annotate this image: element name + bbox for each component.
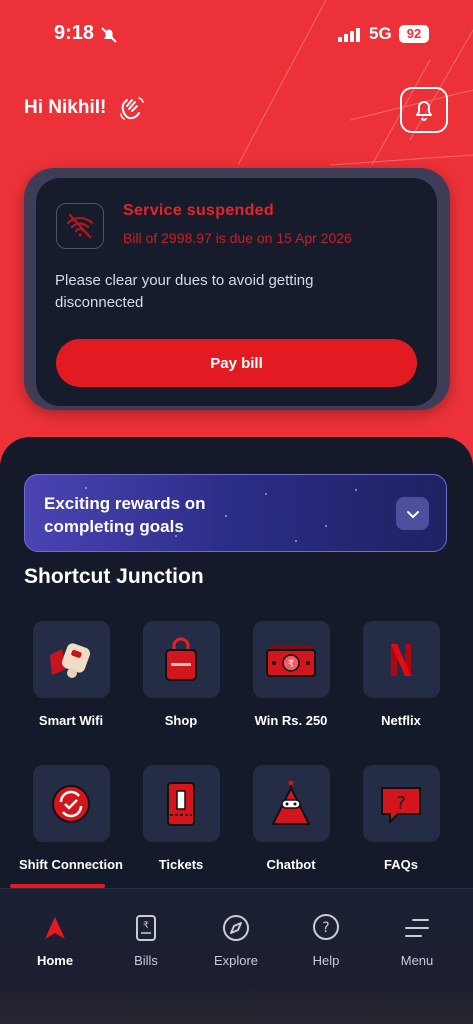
shortcut-label: Shop <box>164 713 198 728</box>
chevron-down-icon <box>406 510 419 518</box>
pay-bill-button[interactable]: Pay bill <box>56 339 417 387</box>
shortcut-faqs[interactable]: ? FAQs <box>346 765 456 872</box>
shortcut-shop[interactable]: Shop <box>126 621 236 728</box>
shortcut-label: Win Rs. 250 <box>254 713 328 728</box>
greeting-text: Hi Nikhil! <box>24 97 107 118</box>
chatbot-icon <box>271 780 311 825</box>
waving-hand-icon <box>120 97 144 120</box>
money-icon: ₹ <box>266 645 316 677</box>
wifi-off-icon-box <box>56 203 104 249</box>
shift-connection-icon <box>52 784 90 823</box>
faq-icon: ? <box>381 786 421 823</box>
shortcuts-title: Shortcut Junction <box>24 565 204 588</box>
nav-help[interactable]: ? Help <box>286 911 366 968</box>
svg-text:?: ? <box>322 920 329 936</box>
smart-wifi-icon <box>50 642 91 678</box>
notifications-button[interactable] <box>400 87 448 133</box>
rewards-expand-button[interactable] <box>396 497 429 530</box>
bill-due-text: Bill of 2998.97 is due on 15 Apr 2026 <box>123 230 352 246</box>
nav-label: Home <box>36 953 74 968</box>
bottom-navigation: Home ₹ Bills Explore ? Help Menu <box>0 888 473 1024</box>
shortcut-chatbot[interactable]: Chatbot <box>236 765 346 872</box>
alert-title: Service suspended <box>123 202 274 219</box>
svg-text:₹: ₹ <box>288 659 294 670</box>
rewards-text: Exciting rewards on completing goals <box>44 494 206 536</box>
nav-label: Bills <box>134 953 158 968</box>
rewards-banner[interactable]: Exciting rewards on completing goals <box>24 474 447 552</box>
shortcut-shift-connection[interactable]: Shift Connection <box>16 765 126 872</box>
service-alert-card: Service suspended Bill of 2998.97 is due… <box>36 178 437 406</box>
bell-icon <box>416 101 432 121</box>
nav-label: Help <box>312 953 340 968</box>
network-type: 5G <box>369 24 392 43</box>
tickets-icon <box>167 781 195 826</box>
shortcut-label: Tickets <box>158 857 204 872</box>
nav-explore[interactable]: Explore <box>196 911 276 968</box>
help-icon: ? <box>313 914 339 940</box>
shortcut-win[interactable]: ₹ Win Rs. 250 <box>236 621 346 728</box>
nav-menu[interactable]: Menu <box>377 911 457 968</box>
alert-message: Please clear your dues to avoid getting … <box>55 272 314 311</box>
battery-level: 92 <box>399 25 429 43</box>
shopping-bag-icon <box>165 637 197 681</box>
status-bar: 9:18 5G 92 <box>0 22 473 50</box>
nav-home[interactable]: Home <box>15 911 95 968</box>
wifi-off-icon <box>66 214 94 238</box>
home-icon <box>45 917 65 939</box>
shortcut-label: Smart Wifi <box>38 713 104 728</box>
signal-icon <box>338 28 360 42</box>
netflix-icon <box>391 643 411 676</box>
bell-muted-icon <box>101 27 117 43</box>
nav-label: Menu <box>400 953 434 968</box>
shortcut-label: Shift Connection <box>19 857 123 872</box>
bills-icon: ₹ <box>136 915 156 941</box>
nav-bills[interactable]: ₹ Bills <box>106 911 186 968</box>
svg-text:?: ? <box>396 793 406 814</box>
shortcut-tickets[interactable]: Tickets <box>126 765 236 872</box>
shortcut-label: Chatbot <box>266 857 316 872</box>
menu-icon <box>405 919 429 937</box>
shortcut-smart-wifi[interactable]: Smart Wifi <box>16 621 126 728</box>
nav-label: Explore <box>213 953 259 968</box>
svg-text:₹: ₹ <box>143 921 149 931</box>
status-time: 9:18 <box>54 22 95 44</box>
explore-icon <box>223 915 249 941</box>
shortcut-label: FAQs <box>384 857 418 872</box>
shortcut-label: Netflix <box>381 713 421 728</box>
shortcut-netflix[interactable]: Netflix <box>346 621 456 728</box>
